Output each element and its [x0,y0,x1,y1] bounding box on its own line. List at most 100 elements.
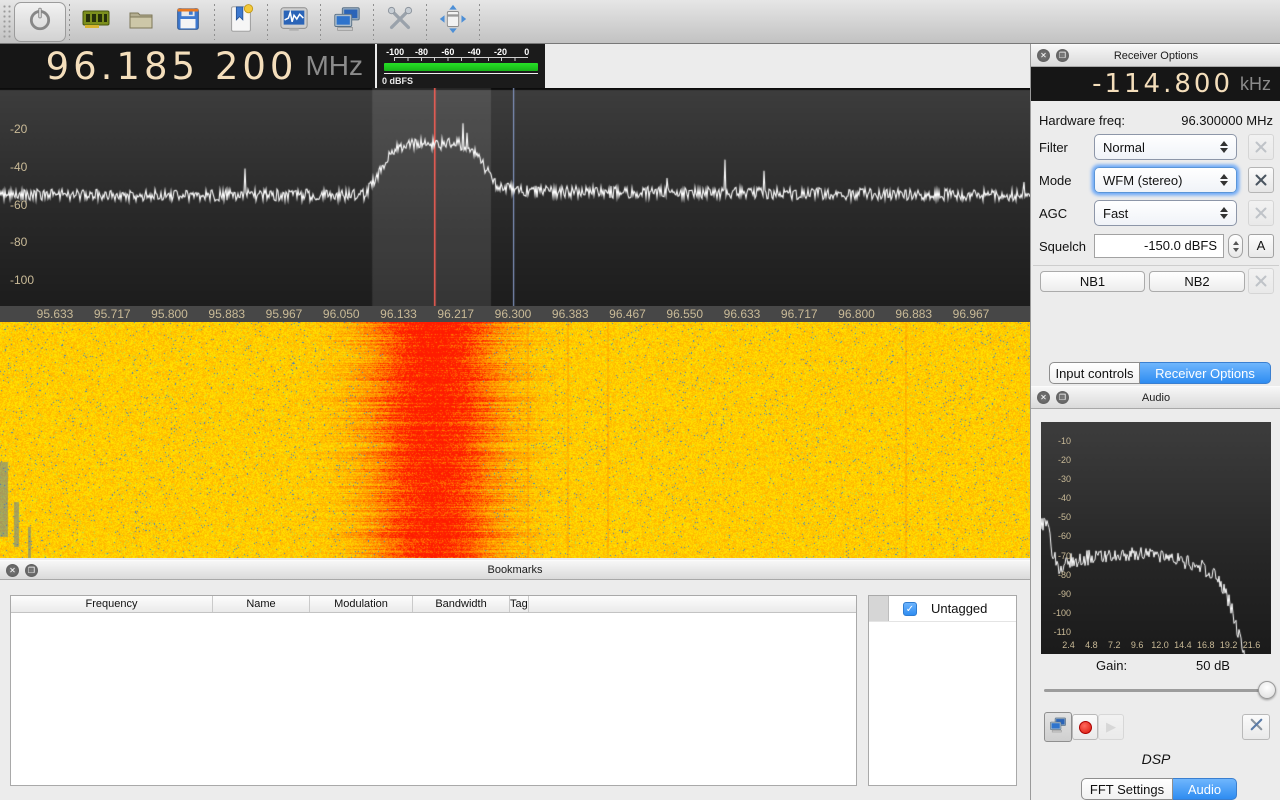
bookmarks-table-header[interactable]: FrequencyNameModulationBandwidthTag [11,596,856,613]
dsp-tools-button[interactable] [377,2,423,42]
agc-combobox[interactable]: Fast [1094,200,1237,226]
open-file-button[interactable] [119,2,165,42]
tab-receiver-options[interactable]: Receiver Options [1140,362,1271,384]
mode-combobox[interactable]: WFM (stereo) [1094,167,1237,193]
agc-value: Fast [1103,206,1216,221]
remote-control-button[interactable] [324,2,370,42]
mode-config-button[interactable] [1248,167,1274,193]
axis-tick-label: 7.2 [1103,640,1126,650]
audio-fft-canvas[interactable] [1041,422,1271,654]
axis-tick-label: 21.6 [1240,640,1263,650]
close-icon[interactable]: ✕ [6,564,19,577]
tab-audio[interactable]: Audio [1173,778,1237,800]
untagged-checkbox[interactable]: ✓ [903,602,917,616]
rf-spectrum-plot[interactable]: -20-40-60-80-100 [0,88,1030,306]
axis-tick-label: -50 [1045,511,1071,523]
dock-tabs-top: Input controls Receiver Options [1049,362,1271,384]
signal-meter: -100-80-60-40-200 0 dBFS [377,44,545,88]
tab-fft-settings[interactable]: FFT Settings [1081,778,1173,800]
gain-slider-thumb[interactable] [1258,681,1276,699]
io-devices-icon [80,3,112,40]
offset-frequency-display[interactable]: -114.800 kHz [1031,67,1280,101]
column-header[interactable]: Bandwidth [413,596,510,612]
axis-tick-label: 96.550 [657,307,713,321]
audio-fft-plot[interactable]: -10-20-30-40-50-60-70-80-90-100-110 2.44… [1041,422,1271,654]
axis-tick-label: 96.383 [542,307,598,321]
meter-tick-label: 0 [514,47,540,57]
save-file-button[interactable] [165,2,211,42]
chevron-updown-icon [1216,141,1232,153]
hardware-freq-row: Hardware freq: 96.300000 MHz [1031,110,1280,130]
agc-label: AGC [1039,206,1067,221]
axis-tick-label: 96.133 [371,307,427,321]
axis-tick-label: -90 [1045,588,1071,600]
toolbar-separator [479,4,480,40]
close-icon[interactable]: ✕ [1037,391,1050,404]
tag-list[interactable]: ✓ Untagged [868,595,1017,786]
float-icon[interactable]: ❐ [1056,391,1069,404]
frequency-display[interactable]: 96.185 200 MHz [0,44,375,88]
offset-digits[interactable]: -114.800 [1092,69,1233,99]
audio-fft-y-axis: -10-20-30-40-50-60-70-80-90-100-110 [1045,435,1071,645]
column-header[interactable]: Name [213,596,310,612]
filter-row: Filter Normal [1031,134,1280,160]
bookmarks-icon [226,3,256,40]
column-header[interactable]: Modulation [310,596,413,612]
tab-input-controls[interactable]: Input controls [1049,362,1140,384]
tag-row-untagged[interactable]: ✓ Untagged [869,596,1016,622]
axis-tick-label: -20 [10,121,44,137]
noise-blanker-row: NB1 NB2 [1031,270,1280,292]
fft-display-icon [278,4,310,39]
gain-label: Gain: [1096,658,1127,673]
squelch-auto-button[interactable]: A [1248,234,1274,258]
meter-tick-label: -80 [408,47,434,57]
bookmarks-button[interactable] [218,2,264,42]
audio-record-button[interactable] [1072,714,1098,740]
squelch-input[interactable]: -150.0 dBFS [1094,234,1224,258]
pan-fullscreen-button[interactable] [430,2,476,42]
io-devices-button[interactable] [73,2,119,42]
axis-tick-label: 96.800 [829,307,885,321]
fft-display-button[interactable] [271,2,317,42]
toolbar-separator [373,4,374,40]
axis-tick-label: -30 [1045,473,1071,485]
toolbar-grip[interactable] [2,4,12,40]
filter-combobox[interactable]: Normal [1094,134,1237,160]
nb-config-button [1248,268,1274,294]
toolbar-separator [426,4,427,40]
save-file-icon [173,4,203,39]
axis-tick-label: 96.633 [714,307,770,321]
waterfall-display[interactable] [0,322,1030,558]
tag-label: Untagged [931,601,987,616]
audio-stream-button[interactable] [1044,712,1072,742]
float-icon[interactable]: ❐ [1056,49,1069,62]
record-icon [1079,721,1092,734]
toolbar-separator [69,4,70,40]
nb2-button[interactable]: NB2 [1149,271,1245,292]
squelch-label: Squelch [1039,239,1086,254]
main-toolbar [0,0,1280,44]
audio-config-button[interactable] [1242,714,1270,740]
row-gutter[interactable] [869,596,889,621]
axis-tick-label: 96.217 [428,307,484,321]
axis-tick-label: 96.967 [943,307,999,321]
spectrum-x-axis: 95.63395.71795.80095.88395.96796.05096.1… [0,306,1030,322]
frequency-digits[interactable]: 96.185 200 [46,45,298,88]
chevron-updown-icon [1216,207,1232,219]
axis-tick-label: 2.4 [1057,640,1080,650]
meter-tick-label: -60 [435,47,461,57]
gain-slider[interactable] [1044,689,1268,692]
close-icon[interactable]: ✕ [1037,49,1050,62]
squelch-spinner[interactable] [1228,234,1243,258]
axis-tick-label: 96.300 [485,307,541,321]
nb1-button[interactable]: NB1 [1040,271,1145,292]
rf-spectrum-canvas[interactable] [0,88,1030,306]
power-button[interactable] [14,2,66,42]
column-header[interactable]: Tag [510,596,529,612]
column-header[interactable]: Frequency [11,596,213,612]
float-icon[interactable]: ❐ [25,564,38,577]
toolbar-separator [267,4,268,40]
meter-scale: -100-80-60-40-200 [382,47,540,57]
bookmarks-table[interactable]: FrequencyNameModulationBandwidthTag [10,595,857,786]
axis-tick-label: -10 [1045,435,1071,447]
